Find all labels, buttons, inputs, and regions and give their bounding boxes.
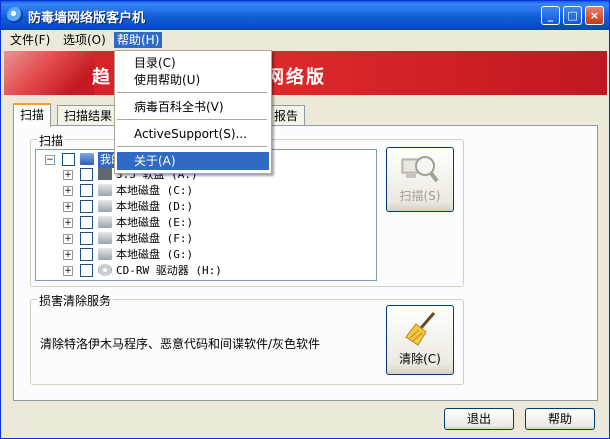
drive-checkbox[interactable] (80, 264, 93, 277)
expand-icon[interactable]: + (63, 266, 73, 276)
expand-icon[interactable]: + (63, 170, 73, 180)
product-banner: 趋 网络版 (4, 51, 607, 95)
banner-title-left: 趋 (92, 67, 112, 88)
minimize-button[interactable]: _ (541, 6, 560, 25)
collapse-icon[interactable]: − (45, 155, 55, 165)
main-window: 防毒墙网络版客户机 _ □ × 文件(F) 选项(O) 帮助(H) 趋 网络版 … (0, 0, 610, 439)
menu-options[interactable]: 选项(O) (60, 32, 109, 48)
title-bar[interactable]: 防毒墙网络版客户机 _ □ × (1, 1, 609, 30)
scan-magnifier-icon (401, 156, 439, 183)
menu-file[interactable]: 文件(F) (7, 32, 53, 48)
menu-help[interactable]: 帮助(H) (114, 32, 163, 48)
drive-checkbox[interactable] (80, 168, 93, 181)
menu-separator (117, 119, 267, 120)
expand-icon[interactable]: + (63, 186, 73, 196)
close-button[interactable]: × (585, 6, 604, 25)
menu-bar: 文件(F) 选项(O) 帮助(H) (1, 30, 609, 50)
expand-icon[interactable]: + (63, 218, 73, 228)
scan-button-label: 扫描(S) (399, 189, 441, 203)
menu-item-virus-encyclopedia[interactable]: 病毒百科全书(V) (117, 98, 269, 116)
drive-icon (98, 200, 112, 212)
expand-icon[interactable]: + (63, 234, 73, 244)
drive-label[interactable]: 本地磁盘 (G:) (116, 247, 193, 263)
drive-checkbox[interactable] (80, 200, 93, 213)
root-checkbox[interactable] (62, 153, 75, 166)
tab-reports[interactable]: 报告 (267, 105, 306, 126)
drive-icon (98, 232, 112, 244)
expand-icon[interactable]: + (63, 202, 73, 212)
drive-checkbox[interactable] (80, 232, 93, 245)
drive-label[interactable]: CD-RW 驱动器 (H:) (116, 263, 222, 279)
help-button[interactable]: 帮助 (525, 408, 595, 430)
banner-logo-graphic (4, 51, 94, 95)
scan-button[interactable]: 扫描(S) (386, 147, 454, 212)
menu-item-activesupport[interactable]: ActiveSupport(S)... (117, 125, 269, 143)
drive-icon (98, 184, 112, 196)
window-title: 防毒墙网络版客户机 (28, 11, 146, 26)
banner-title-right: 网络版 (266, 67, 326, 88)
menu-separator (117, 92, 267, 93)
clean-button-label: 清除(C) (399, 352, 441, 366)
damage-cleanup-group-label: 损害清除服务 (37, 292, 114, 309)
floppy-icon (98, 168, 112, 180)
scan-group-label: 扫描 (37, 132, 66, 149)
drive-label[interactable]: 本地磁盘 (E:) (116, 215, 193, 231)
menu-item-contents[interactable]: 目录(C) (117, 54, 269, 72)
computer-icon (80, 153, 94, 165)
drive-checkbox[interactable] (80, 216, 93, 229)
exit-button[interactable]: 退出 (444, 408, 514, 430)
drive-checkbox[interactable] (80, 184, 93, 197)
drive-label[interactable]: 本地磁盘 (D:) (116, 199, 193, 215)
broom-icon (405, 312, 436, 346)
drive-icon (98, 248, 112, 260)
damage-cleanup-description: 清除特洛伊木马程序、恶意代码和间谍软件/灰色软件 (40, 337, 321, 351)
drive-icon (98, 216, 112, 228)
cd-drive-icon (98, 264, 112, 276)
drive-label[interactable]: 本地磁盘 (F:) (116, 231, 193, 247)
drive-checkbox[interactable] (80, 248, 93, 261)
maximize-button[interactable]: □ (563, 6, 582, 25)
tab-scan-results[interactable]: 扫描结果 (57, 105, 120, 126)
drive-label[interactable]: 本地磁盘 (C:) (116, 183, 193, 199)
app-icon[interactable] (7, 7, 23, 23)
menu-separator (117, 146, 267, 147)
menu-item-usage-help[interactable]: 使用帮助(U) (117, 71, 269, 89)
clean-button[interactable]: 清除(C) (386, 305, 454, 375)
tab-scan[interactable]: 扫描 (13, 103, 52, 127)
menu-item-about[interactable]: 关于(A) (117, 152, 269, 170)
expand-icon[interactable]: + (63, 250, 73, 260)
help-dropdown-menu: 目录(C) 使用帮助(U) 病毒百科全书(V) ActiveSupport(S)… (114, 50, 272, 174)
